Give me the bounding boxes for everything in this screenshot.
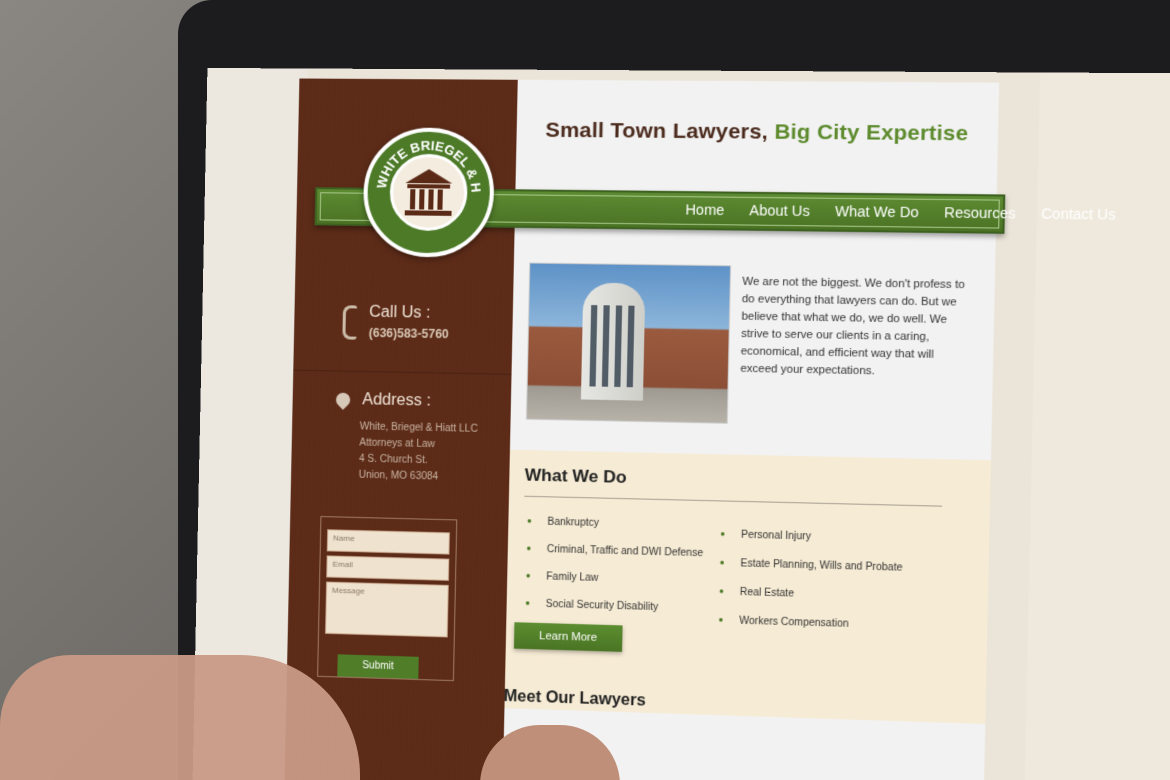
nav-resources[interactable]: Resources: [944, 204, 1016, 221]
nav-contact-us[interactable]: Contact Us: [1041, 205, 1116, 222]
office-photo: [525, 262, 732, 424]
message-field[interactable]: Message: [325, 581, 449, 638]
nav-home[interactable]: Home: [685, 201, 724, 218]
address-line: Attorneys at Law: [359, 437, 436, 451]
service-item[interactable]: Personal Injury: [741, 530, 811, 543]
address-line: Union, MO 63084: [358, 469, 439, 483]
tagline-main: Small Town Lawyers,: [545, 118, 769, 144]
site-tagline: Small Town Lawyers, Big City Expertise: [545, 119, 985, 147]
browser-screen: Small Town Lawyers, Big City Expertise H…: [192, 67, 1170, 780]
firm-logo[interactable]: WHITE BRIEGEL & HIATT LLC: [362, 127, 496, 258]
logo-center: [389, 153, 469, 232]
building-windows: [589, 305, 637, 388]
what-we-do-title: What We Do: [524, 465, 627, 487]
intro-text: We are not the biggest. We don't profess…: [740, 275, 965, 378]
learn-more-button[interactable]: Learn More: [513, 622, 623, 652]
page-right-margin: [1024, 72, 1170, 780]
service-item[interactable]: Family Law: [546, 571, 598, 584]
address-line: 4 S. Church St.: [358, 453, 428, 467]
phone-icon: [342, 305, 358, 340]
tagline-highlight: Big City Expertise: [774, 120, 969, 146]
name-field[interactable]: Name: [326, 529, 450, 555]
submit-button[interactable]: Submit: [337, 654, 419, 680]
service-item[interactable]: Real Estate: [740, 587, 794, 600]
call-title: Call Us :: [369, 303, 431, 322]
nav-about-us[interactable]: About Us: [749, 202, 810, 219]
service-item[interactable]: Bankruptcy: [547, 517, 599, 529]
email-field[interactable]: Email: [326, 555, 450, 581]
address-title: Address :: [362, 391, 432, 410]
nav-what-we-do[interactable]: What We Do: [835, 203, 919, 220]
courthouse-icon: [404, 168, 453, 216]
call-phone[interactable]: (636)583-5760: [369, 326, 449, 341]
